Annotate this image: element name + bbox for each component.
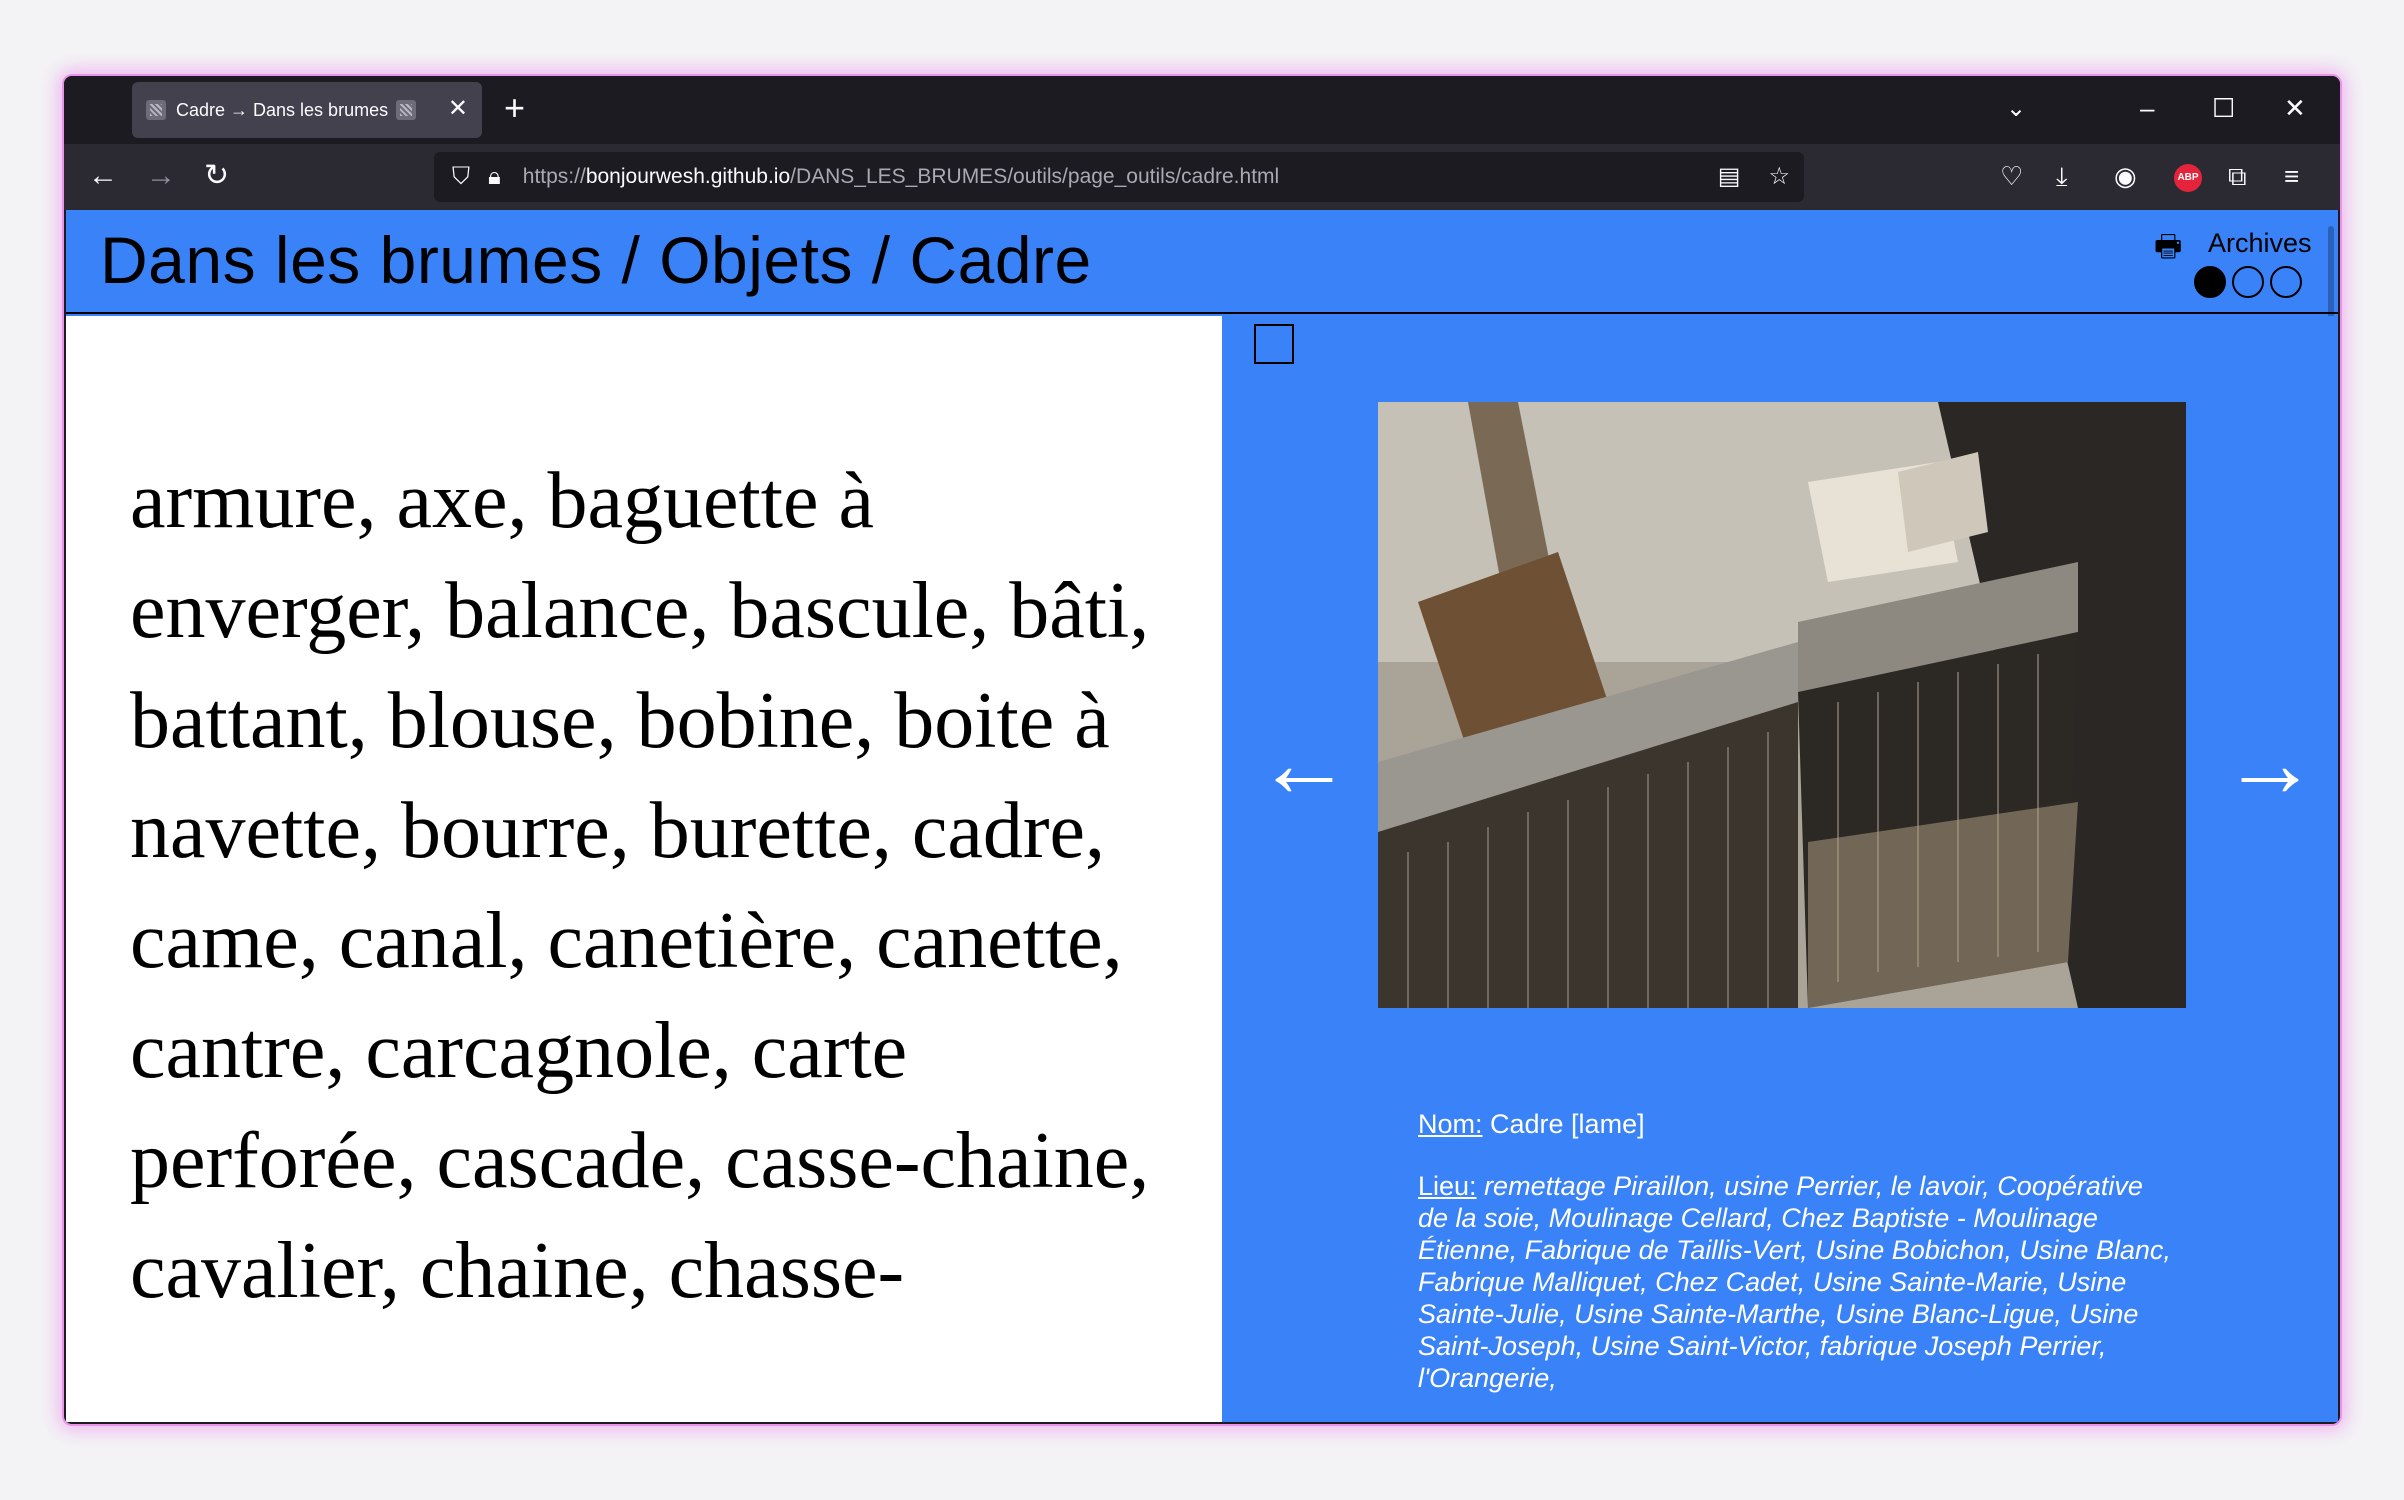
tab-active[interactable]: Cadre → Dans les brumes ✕ <box>132 82 482 138</box>
new-tab-button[interactable]: + <box>504 90 525 126</box>
page-viewport: Dans les brumes / Objets / Cadre 🖶 Archi… <box>66 210 2338 1422</box>
archives-link[interactable]: Archives <box>2208 228 2312 259</box>
print-icon[interactable]: 🖶 <box>2154 224 2182 275</box>
navigation-toolbar: ← → ↻ ⛉ 🔒︎ https://bonjourwesh.github.io… <box>64 144 2340 210</box>
toggle-checkbox[interactable] <box>1254 324 1294 364</box>
browser-window: Cadre → Dans les brumes ✕ + ⌄ – ☐ ✕ ← → … <box>64 76 2340 1424</box>
shield-icon[interactable]: ⛉ <box>452 163 470 191</box>
minimize-icon[interactable]: – <box>2140 90 2154 126</box>
url-bar[interactable]: ⛉ 🔒︎ https://bonjourwesh.github.io/DANS_… <box>434 152 1804 202</box>
object-panel: ← → Nom: Cadre [lame] Lieu: remettage Pi… <box>1222 316 2338 1422</box>
breadcrumb-title[interactable]: Dans les brumes / Objets / Cadre <box>100 222 1092 298</box>
places-row: Lieu: remettage Piraillon, usine Perrier… <box>1418 1170 2178 1394</box>
name-label[interactable]: Nom: <box>1418 1109 1483 1139</box>
bookmark-star-icon[interactable]: ☆ <box>1768 162 1790 191</box>
previous-arrow-icon[interactable]: ← <box>1256 716 1352 812</box>
next-arrow-icon[interactable]: → <box>2222 716 2318 812</box>
view-mode-switcher <box>2194 266 2302 298</box>
view-mode-dot-3[interactable] <box>2270 266 2302 298</box>
pocket-icon[interactable]: ♡ <box>2000 160 2023 192</box>
view-mode-dot-1[interactable] <box>2194 266 2226 298</box>
extensions-icon[interactable]: ⧉ <box>2228 160 2247 192</box>
reload-icon[interactable]: ↻ <box>204 156 229 196</box>
account-icon[interactable]: ◉ <box>2114 160 2137 192</box>
forward-icon[interactable]: → <box>146 156 176 196</box>
site-header: Dans les brumes / Objets / Cadre 🖶 Archi… <box>66 210 2338 646</box>
view-mode-dot-2[interactable] <box>2232 266 2264 298</box>
reader-view-icon[interactable]: ▤ <box>1718 162 1741 191</box>
url-text[interactable]: https://bonjourwesh.github.io/DANS_LES_B… <box>523 165 1279 189</box>
name-value: Cadre [lame] <box>1482 1109 1645 1139</box>
tab-title: Cadre → Dans les brumes <box>176 99 389 120</box>
adblock-icon[interactable]: ABP <box>2174 164 2202 192</box>
close-tab-icon[interactable]: ✕ <box>448 94 468 124</box>
places-label[interactable]: Lieu: <box>1418 1171 1477 1201</box>
downloads-icon[interactable]: ⤓ <box>2056 160 2068 192</box>
tab-strip: Cadre → Dans les brumes ✕ + ⌄ – ☐ ✕ <box>64 76 2340 144</box>
site-favicon-icon <box>396 100 417 120</box>
maximize-icon[interactable]: ☐ <box>2212 90 2235 126</box>
object-caption: Nom: Cadre [lame] Lieu: remettage Pirail… <box>1418 1108 2178 1422</box>
object-photo <box>1378 402 2186 1008</box>
list-all-tabs-icon[interactable]: ⌄ <box>2006 94 2026 123</box>
close-window-icon[interactable]: ✕ <box>2284 90 2306 126</box>
word-list: armure, axe, baguette à enverger, balanc… <box>130 457 1150 1315</box>
name-row: Nom: Cadre [lame] <box>1418 1108 2178 1140</box>
lock-icon[interactable]: 🔒︎ <box>488 163 501 191</box>
loom-frame-image <box>1378 402 2186 1008</box>
menu-icon[interactable]: ≡ <box>2284 160 2299 192</box>
site-favicon-icon <box>146 100 166 120</box>
places-value: remettage Piraillon, usine Perrier, le l… <box>1418 1171 2171 1393</box>
back-icon[interactable]: ← <box>88 156 118 196</box>
word-list-panel: armure, axe, baguette à enverger, balanc… <box>66 316 1222 1422</box>
